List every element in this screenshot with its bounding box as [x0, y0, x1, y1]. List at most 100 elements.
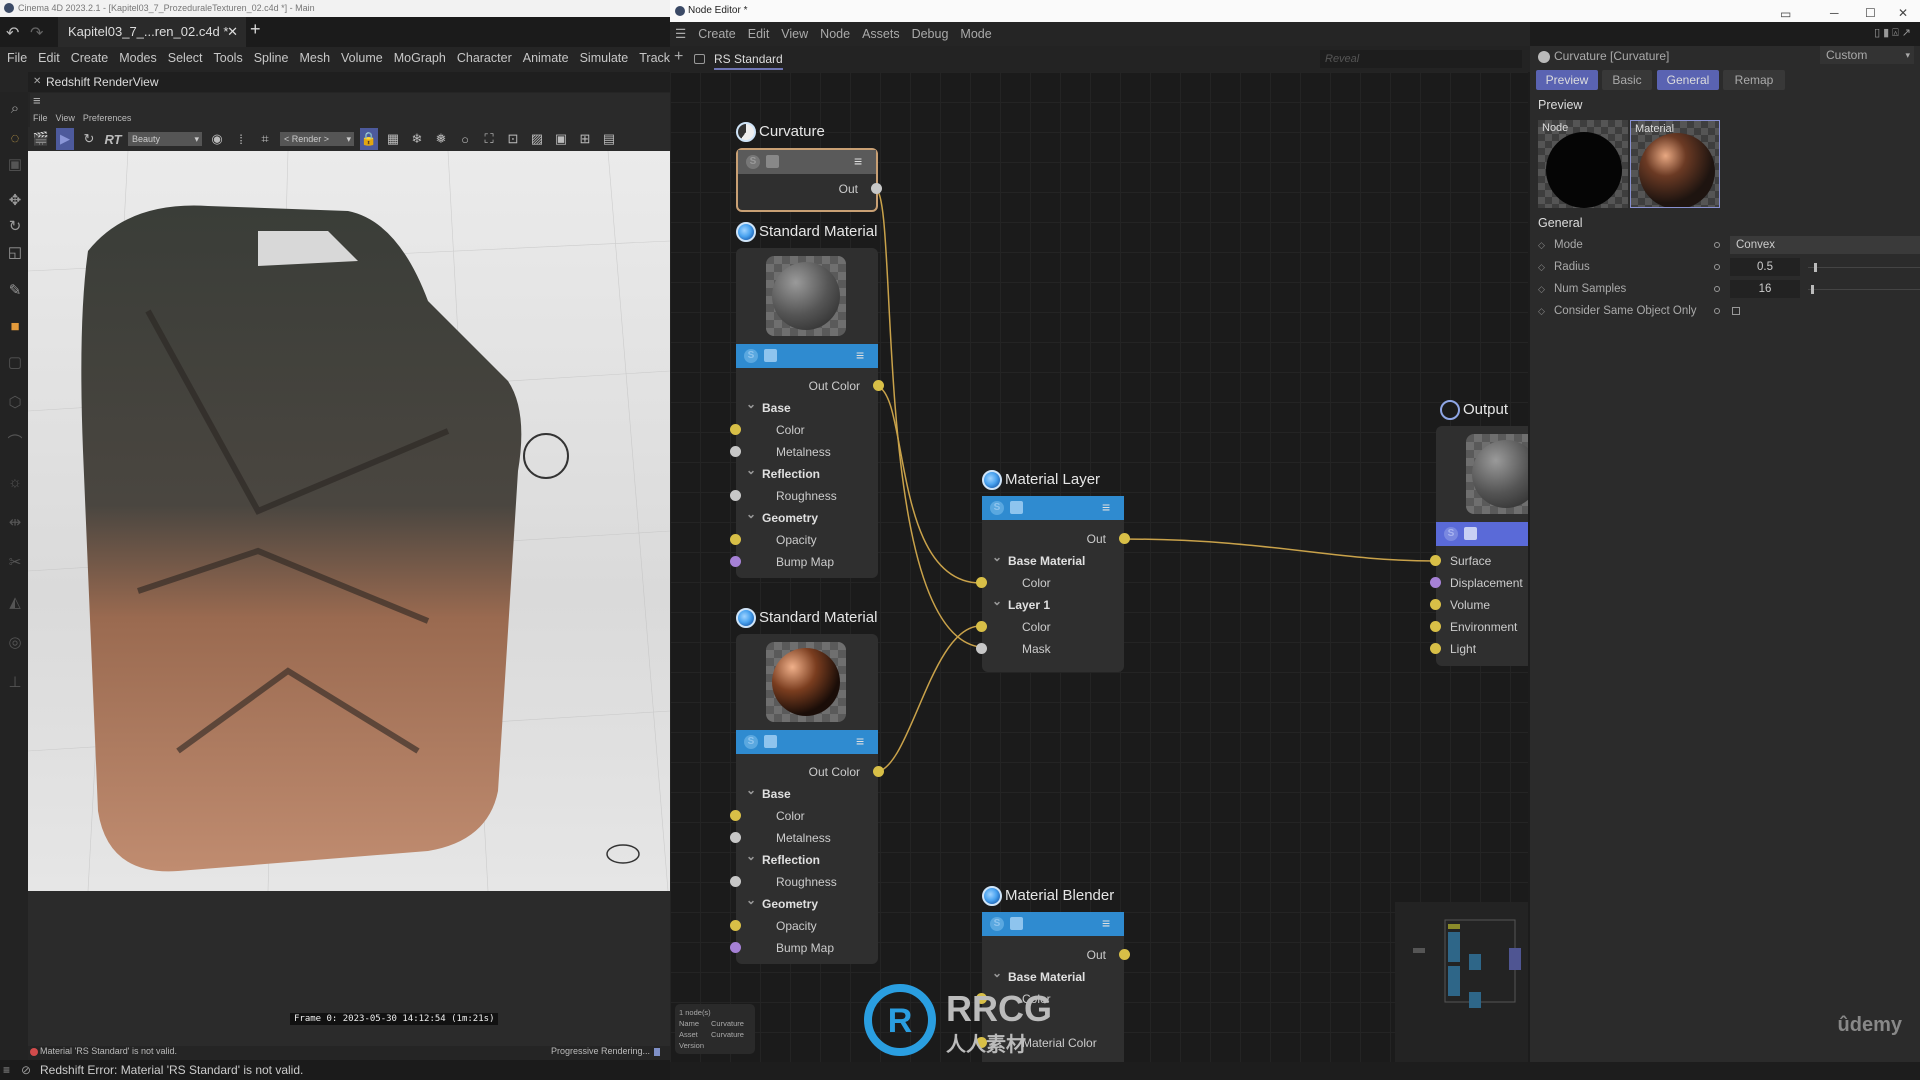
port-dot[interactable] — [730, 810, 741, 821]
tab-basic[interactable]: Basic — [1602, 70, 1652, 90]
menu-tools[interactable]: Tools — [214, 47, 243, 69]
port-dot[interactable] — [976, 577, 987, 588]
port-dot[interactable] — [730, 920, 741, 931]
dots-icon[interactable]: ⁞ — [232, 132, 250, 147]
solo-icon[interactable]: S — [990, 501, 1004, 515]
ne-menu-edit[interactable]: Edit — [748, 22, 770, 46]
samples-slider-handle[interactable] — [1811, 285, 1814, 294]
port-toggle-icon[interactable] — [1714, 286, 1720, 292]
object-icon[interactable]: ⬡ — [4, 392, 26, 414]
tab-rs-standard[interactable]: RS Standard — [714, 52, 783, 70]
focus-icon[interactable]: ⛶ — [480, 131, 498, 147]
add-material-icon[interactable]: + — [674, 48, 683, 66]
axis-icon[interactable]: ⊥ — [4, 672, 26, 694]
play-render-icon[interactable]: ▶ — [56, 128, 74, 150]
menu-mesh[interactable]: Mesh — [299, 47, 330, 69]
output-in-environment[interactable]: Environment — [1430, 616, 1528, 638]
move-icon[interactable]: ✥ — [4, 190, 26, 212]
rgb-channel-icon[interactable]: ◉ — [208, 131, 226, 147]
port-dot[interactable] — [730, 832, 741, 843]
rt-toggle[interactable]: RT — [104, 132, 122, 147]
output-in-displacement[interactable]: Displacement — [1430, 572, 1528, 594]
minimize-icon[interactable]: ─ — [1830, 2, 1839, 24]
preview-icon[interactable] — [766, 155, 779, 168]
std-material-1-title[interactable]: Standard Material — [736, 222, 877, 242]
snowflake-icon[interactable]: ❄ — [408, 131, 426, 147]
close-tab-icon[interactable]: ✕ — [227, 17, 238, 47]
aov-dropdown[interactable]: Beauty — [128, 132, 202, 146]
layer-in-base-color[interactable]: Color — [976, 572, 1124, 594]
std2-group-geometry[interactable]: Geometry — [736, 889, 878, 915]
menu-icon[interactable]: ≡ — [3, 1060, 10, 1080]
node-canvas[interactable]: Curvature S ≡ Out Standard Material S ≡ Ou… — [670, 72, 1528, 1062]
add-snapshot-icon[interactable]: ⊞ — [576, 131, 594, 147]
rv-menu-file[interactable]: File — [33, 113, 48, 127]
reveal-search-input[interactable]: Reveal — [1320, 50, 1522, 68]
layer-group-base-material[interactable]: Base Material — [982, 546, 1124, 572]
ne-menu-debug[interactable]: Debug — [912, 22, 949, 46]
tab-remap[interactable]: Remap — [1723, 70, 1785, 90]
material-layer-node[interactable]: S≡ Out Base Material Color Layer 1 Color… — [976, 496, 1130, 672]
node-menu-icon[interactable]: ≡ — [1102, 500, 1116, 515]
std1-group-base[interactable]: Base — [736, 393, 878, 419]
menu-tracker[interactable]: Tracker — [639, 47, 670, 69]
node-minimap[interactable] — [1395, 902, 1528, 1062]
select-box-icon[interactable]: ▣ — [4, 154, 26, 176]
layer-in-mask[interactable]: Mask — [976, 638, 1124, 660]
ne-menu-assets[interactable]: Assets — [862, 22, 900, 46]
std2-in-opacity[interactable]: Opacity — [730, 915, 878, 937]
grid-icon[interactable]: ▦ — [384, 131, 402, 147]
ne-menu-icon[interactable]: ☰ — [675, 22, 686, 46]
std1-group-reflection[interactable]: Reflection — [736, 459, 878, 485]
port-dot[interactable] — [1430, 621, 1441, 632]
keyframe-icon[interactable]: ◇ — [1538, 257, 1545, 277]
deformer-icon[interactable]: ⌒ — [4, 432, 26, 454]
std2-in-roughness[interactable]: Roughness — [730, 871, 878, 893]
add-tab-icon[interactable]: + — [250, 19, 261, 40]
ne-menu-create[interactable]: Create — [698, 22, 736, 46]
curvature-out-port[interactable]: Out — [738, 178, 882, 200]
ne-menu-mode[interactable]: Mode — [960, 22, 991, 46]
std1-in-roughness[interactable]: Roughness — [730, 485, 878, 507]
menu-select[interactable]: Select — [168, 47, 203, 69]
layer-group-layer1[interactable]: Layer 1 — [982, 590, 1124, 616]
std1-in-metalness[interactable]: Metalness — [730, 441, 878, 463]
std1-in-opacity[interactable]: Opacity — [730, 529, 878, 551]
port-dot[interactable] — [730, 942, 741, 953]
output-node-title[interactable]: Output — [1440, 400, 1508, 420]
port-dot[interactable] — [1430, 577, 1441, 588]
node-menu-icon[interactable]: ≡ — [854, 154, 868, 169]
menu-volume[interactable]: Volume — [341, 47, 383, 69]
rv-menu-view[interactable]: View — [56, 113, 75, 127]
port-dot[interactable] — [730, 534, 741, 545]
layer-in-layer1-color[interactable]: Color — [976, 616, 1124, 638]
material-preview-thumb[interactable]: Material — [1630, 120, 1720, 208]
solo-icon[interactable]: S — [744, 735, 758, 749]
renderview-menu-icon[interactable]: ≡ — [30, 93, 670, 113]
keyframe-icon[interactable]: ◇ — [1538, 235, 1545, 255]
std2-in-bumpmap[interactable]: Bump Map — [730, 937, 878, 959]
redo-icon[interactable]: ↷ — [30, 23, 43, 43]
std1-in-bumpmap[interactable]: Bump Map — [730, 551, 878, 573]
port-dot[interactable] — [730, 446, 741, 457]
preview-icon[interactable] — [1464, 527, 1477, 540]
preview-icon[interactable] — [764, 349, 777, 362]
menu-animate[interactable]: Animate — [523, 47, 569, 69]
refresh-icon[interactable]: ↻ — [80, 131, 98, 147]
std2-out-color[interactable]: Out Color — [736, 761, 884, 783]
samples-slider[interactable] — [1808, 289, 1920, 290]
preview-icon[interactable] — [1010, 917, 1023, 930]
cube-icon[interactable]: ▢ — [4, 352, 26, 374]
port-dot[interactable] — [1430, 599, 1441, 610]
circle-icon[interactable]: ○ — [456, 132, 474, 147]
same-object-checkbox[interactable] — [1732, 307, 1740, 315]
radius-slider[interactable] — [1808, 267, 1920, 268]
menu-mograph[interactable]: MoGraph — [394, 47, 446, 69]
crop-icon[interactable]: ⌗ — [256, 131, 274, 147]
light-icon[interactable]: ☼ — [4, 472, 26, 494]
solo-icon[interactable]: S — [990, 917, 1004, 931]
port-dot[interactable] — [1119, 533, 1130, 544]
iron-icon[interactable]: ◭ — [4, 592, 26, 614]
node-preview-thumb[interactable]: Node — [1538, 120, 1628, 208]
port-toggle-icon[interactable] — [1714, 242, 1720, 248]
